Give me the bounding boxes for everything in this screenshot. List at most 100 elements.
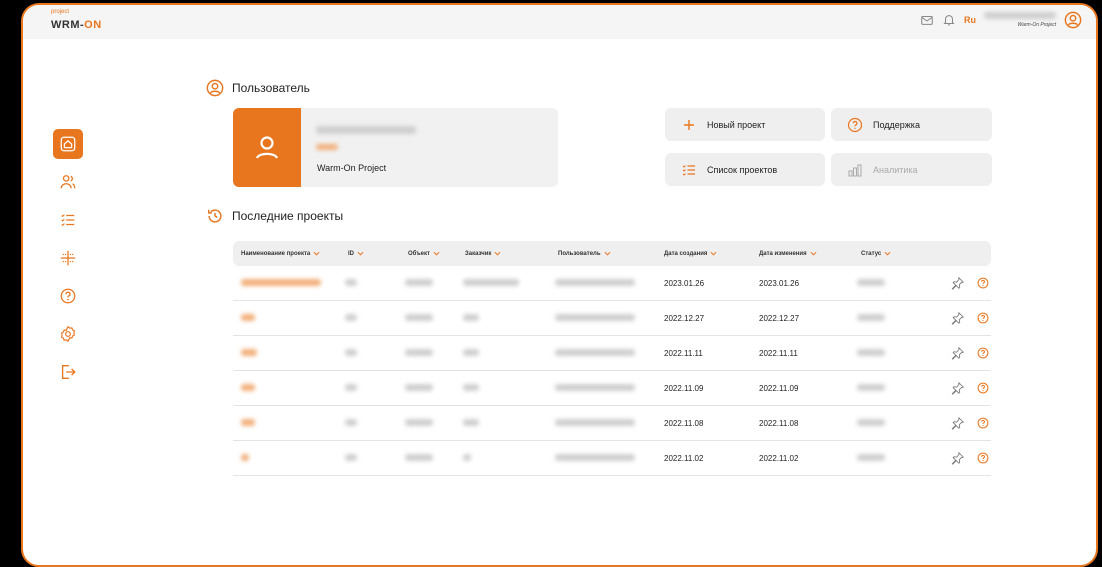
project-name-blurred[interactable]	[241, 384, 255, 391]
chevron-down-icon	[357, 251, 364, 256]
project-id-blurred	[345, 419, 357, 426]
project-id-blurred	[345, 314, 357, 321]
object-blurred	[405, 314, 433, 321]
project-name-blurred[interactable]	[241, 279, 321, 286]
chevron-down-icon	[604, 251, 611, 256]
new-project-button[interactable]: Новый проект	[665, 108, 825, 141]
chevron-down-icon	[810, 251, 817, 256]
modified-date: 2022.12.27	[759, 314, 800, 323]
column-header-status[interactable]: Статус	[861, 251, 891, 257]
object-blurred	[405, 454, 433, 461]
user-circle-icon	[206, 79, 224, 97]
project-id-blurred	[345, 349, 357, 356]
user-card-name-blurred	[316, 126, 416, 134]
help-icon[interactable]	[977, 312, 989, 324]
created-date: 2022.11.08	[664, 419, 704, 428]
chevron-down-icon	[313, 251, 320, 256]
sidebar-item-grid[interactable]	[53, 243, 83, 273]
status-blurred	[857, 314, 885, 321]
table-row[interactable]: 2022.11.11 2022.11.11	[233, 336, 991, 371]
table-row[interactable]: 2023.01.26 2023.01.26	[233, 266, 991, 301]
sidebar	[53, 129, 83, 395]
pin-icon[interactable]	[951, 381, 965, 395]
user-blurred	[555, 454, 635, 461]
status-blurred	[857, 419, 885, 426]
plus-icon	[684, 119, 694, 130]
column-header-id[interactable]: ID	[348, 251, 364, 257]
help-icon	[60, 288, 76, 304]
user-section-title: Пользователь	[232, 81, 310, 95]
user-blurred	[555, 419, 635, 426]
project-id-blurred	[345, 279, 357, 286]
bar-chart-icon	[848, 164, 862, 176]
analytics-button[interactable]: Аналитика	[831, 153, 992, 186]
column-header-object[interactable]: Объект	[408, 251, 440, 257]
object-blurred	[405, 279, 433, 286]
customer-blurred	[463, 384, 479, 391]
help-icon[interactable]	[977, 347, 989, 359]
created-date: 2022.12.27	[664, 314, 705, 323]
sidebar-item-help[interactable]	[53, 281, 83, 311]
home-icon	[60, 136, 76, 152]
table-header: Наименование проекта ID Объект Заказчик …	[233, 241, 991, 266]
sidebar-item-home[interactable]	[53, 129, 83, 159]
user-blurred	[555, 314, 635, 321]
project-name-blurred[interactable]	[241, 349, 257, 356]
modified-date: 2022.11.08	[759, 419, 799, 428]
project-name-blurred[interactable]	[241, 454, 249, 461]
pin-icon[interactable]	[951, 451, 965, 465]
sidebar-item-logout[interactable]	[53, 357, 83, 387]
help-icon[interactable]	[977, 417, 989, 429]
language-switch[interactable]: Ru	[964, 15, 976, 25]
sidebar-item-projects[interactable]	[53, 205, 83, 235]
bell-icon[interactable]	[942, 13, 956, 27]
chevron-down-icon	[710, 251, 717, 256]
top-bar: project WRM-ON Ru Warm-On Project	[23, 5, 1096, 39]
user-menu[interactable]: Warm-On Project	[984, 12, 1056, 28]
status-blurred	[857, 349, 885, 356]
table-row[interactable]: 2022.11.08 2022.11.08	[233, 406, 991, 441]
recent-section-title: Последние проекты	[232, 209, 344, 223]
column-header-customer[interactable]: Заказчик	[465, 251, 501, 257]
status-blurred	[857, 279, 885, 286]
support-button[interactable]: Поддержка	[831, 108, 992, 141]
user-card-project: Warm-On Project	[317, 163, 387, 173]
history-icon	[207, 209, 222, 223]
table-row[interactable]: 2022.12.27 2022.12.27	[233, 301, 991, 336]
pin-icon[interactable]	[951, 311, 965, 325]
help-icon[interactable]	[977, 382, 989, 394]
help-icon	[847, 117, 863, 132]
created-date: 2022.11.09	[664, 384, 704, 393]
recent-section-header: Последние проекты	[206, 207, 343, 225]
column-header-modified[interactable]: Дата изменения	[759, 251, 817, 257]
help-icon[interactable]	[977, 452, 989, 464]
pin-icon[interactable]	[951, 416, 965, 430]
customer-blurred	[463, 349, 479, 356]
app-window: project WRM-ON Ru Warm-On Project Пользо…	[21, 3, 1098, 567]
user-name-blurred	[984, 12, 1056, 19]
logout-icon	[61, 365, 76, 379]
project-name-blurred[interactable]	[241, 314, 255, 321]
customer-blurred	[463, 454, 471, 461]
chevron-down-icon	[433, 251, 440, 256]
project-name-blurred[interactable]	[241, 419, 255, 426]
project-list-button[interactable]: Список проектов	[665, 153, 825, 186]
pin-icon[interactable]	[951, 346, 965, 360]
logo[interactable]: project WRM-ON	[51, 9, 102, 33]
sidebar-item-users[interactable]	[53, 167, 83, 197]
user-card-avatar	[233, 108, 301, 187]
table-row[interactable]: 2022.11.02 2022.11.02	[233, 441, 991, 476]
user-card[interactable]: Warm-On Project	[233, 108, 558, 187]
column-header-created[interactable]: Дата создания	[664, 251, 717, 257]
column-header-name[interactable]: Наименование проекта	[241, 251, 320, 257]
user-avatar-icon[interactable]	[1064, 11, 1082, 29]
status-blurred	[857, 384, 885, 391]
help-icon[interactable]	[977, 277, 989, 289]
sidebar-item-settings[interactable]	[53, 319, 83, 349]
pin-icon[interactable]	[951, 276, 965, 290]
table-row[interactable]: 2022.11.09 2022.11.09	[233, 371, 991, 406]
list-icon	[682, 164, 695, 176]
column-header-user[interactable]: Пользователь	[558, 251, 611, 257]
mail-icon[interactable]	[920, 13, 934, 27]
customer-blurred	[463, 419, 479, 426]
